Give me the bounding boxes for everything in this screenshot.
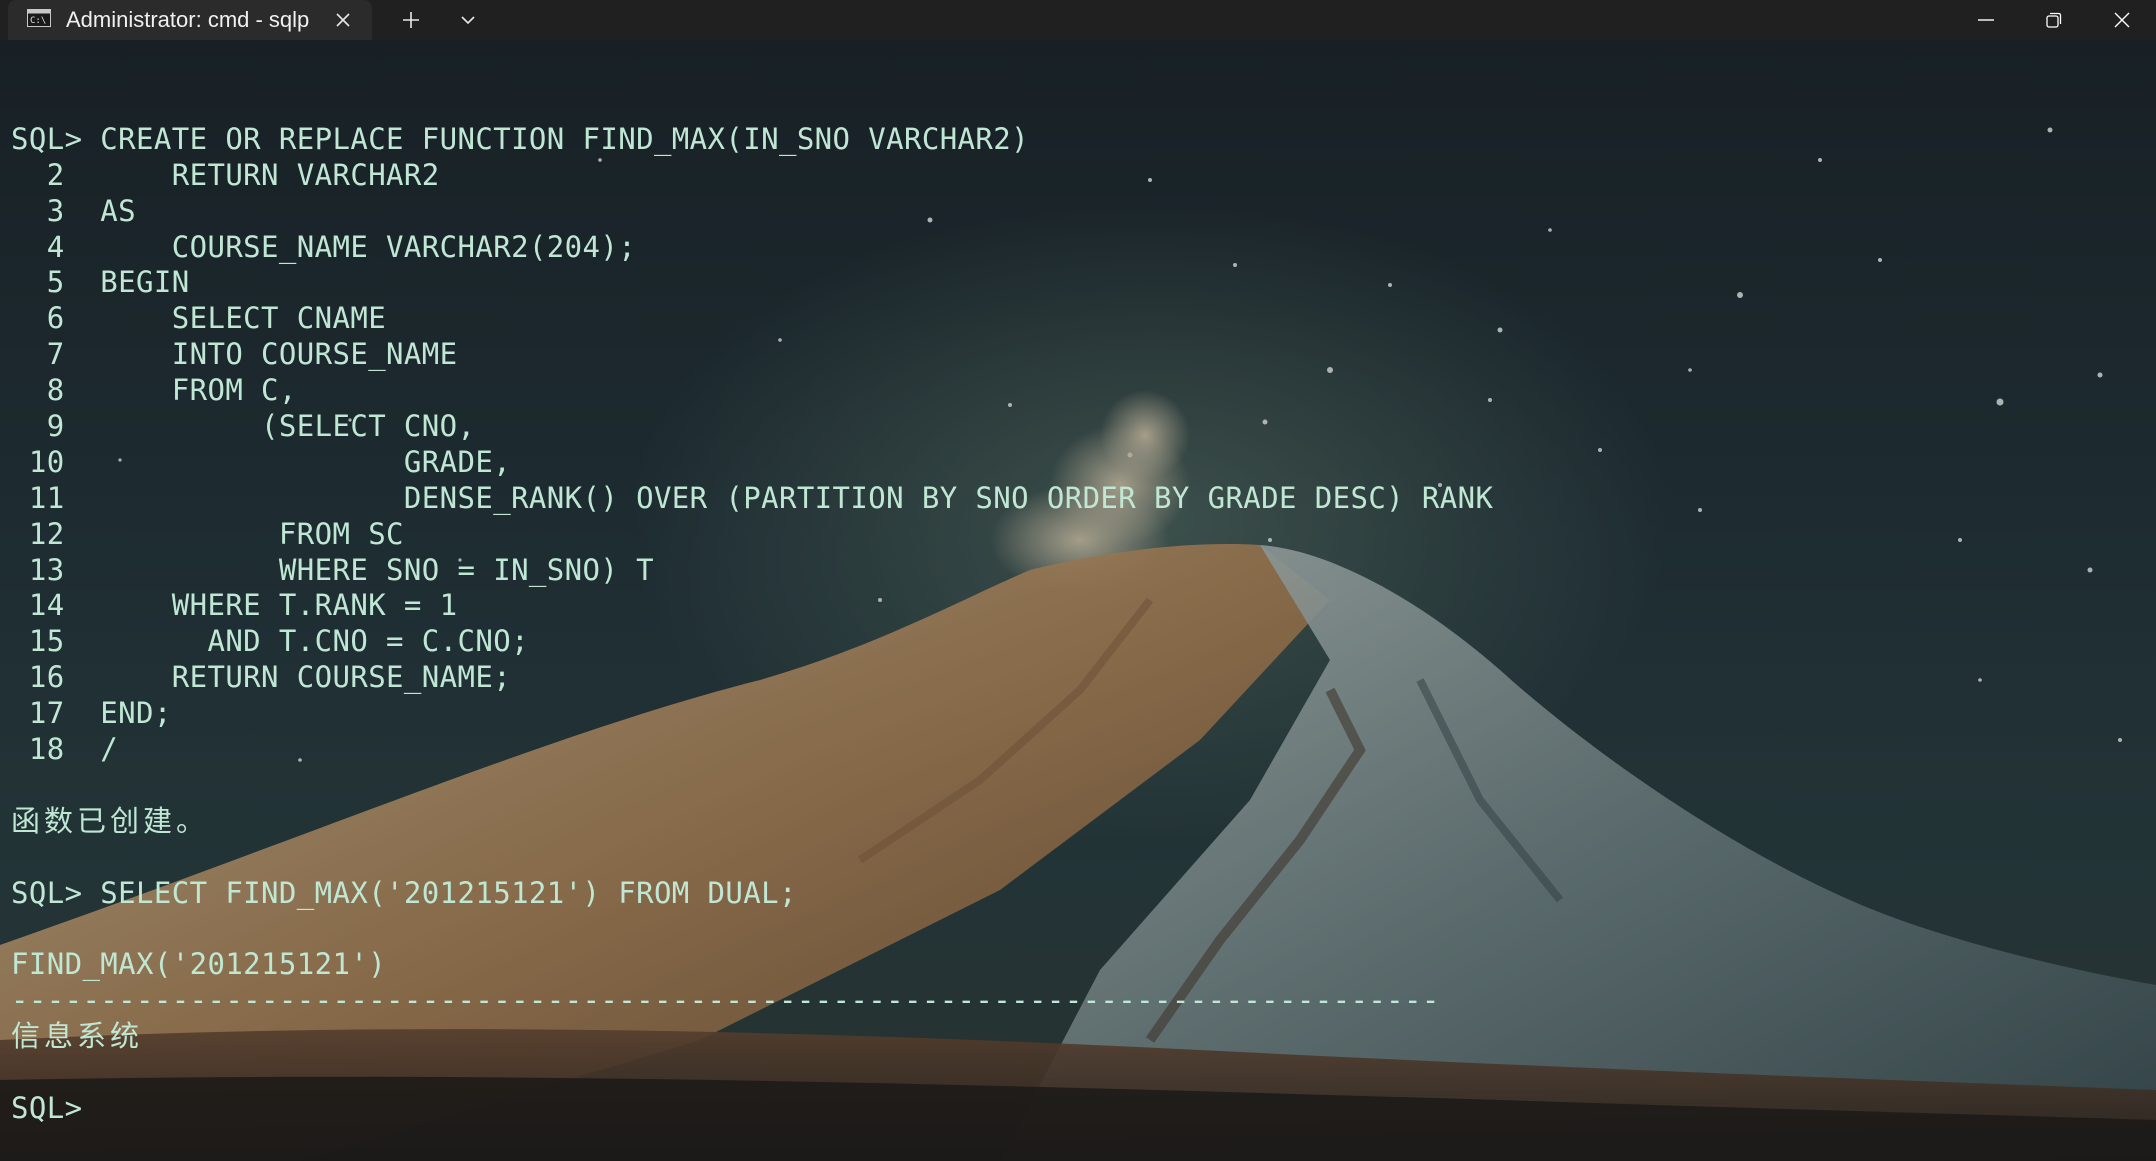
console-line: 8 FROM C, <box>11 373 297 408</box>
console-line: 10 GRADE, <box>11 444 512 479</box>
console-line: 7 INTO COURSE_NAME <box>11 337 458 372</box>
terminal-icon: C:\ <box>27 9 51 27</box>
console-line: 5 BEGIN <box>11 265 190 300</box>
plus-icon[interactable] <box>396 5 426 35</box>
chevron-down-icon[interactable] <box>454 5 482 35</box>
console-line: SQL> SELECT FIND_MAX('201215121') FROM D… <box>11 875 797 910</box>
console-line: 3 AS <box>11 193 137 228</box>
console-line: 15 AND T.CNO = C.CNO; <box>11 624 529 659</box>
console-line: SQL> <box>11 1090 83 1125</box>
console-line: 13 WHERE SNO = IN_SNO) T <box>11 552 654 587</box>
close-icon[interactable] <box>2088 0 2156 40</box>
console-line: SQL> CREATE OR REPLACE FUNCTION FIND_MAX… <box>11 121 1029 156</box>
console-line: 14 WHERE T.RANK = 1 <box>11 588 458 623</box>
console-line: ----------------------------------------… <box>11 983 1440 1018</box>
console-line: 17 END; <box>11 696 172 731</box>
tab-cmd-sqlp[interactable]: C:\ Administrator: cmd - sqlp <box>8 0 372 40</box>
console-output[interactable]: SQL> CREATE OR REPLACE FUNCTION FIND_MAX… <box>11 86 2141 1127</box>
tab-title: Administrator: cmd - sqlp <box>66 7 310 32</box>
restore-icon[interactable] <box>2020 0 2088 40</box>
console-line: 12 FROM SC <box>11 516 404 551</box>
console-line: 6 SELECT CNAME <box>11 301 387 336</box>
console-line: 信息系统 <box>11 1019 144 1054</box>
console-line: 18 / <box>11 732 119 767</box>
console-line: 16 RETURN COURSE_NAME; <box>11 660 512 695</box>
console-line: 9 (SELECT CNO, <box>11 409 476 444</box>
title-bar: C:\ Administrator: cmd - sqlp <box>0 0 2156 40</box>
terminal-window: C:\ Administrator: cmd - sqlp SQL> CREAT… <box>0 0 2156 1161</box>
console-line: FIND_MAX('201215121') <box>11 947 387 982</box>
console-line: 11 DENSE_RANK() OVER (PARTITION BY SNO O… <box>11 480 1494 515</box>
console-line: 2 RETURN VARCHAR2 <box>11 157 440 192</box>
minimize-icon[interactable] <box>1952 0 2020 40</box>
console-line: 函数已创建。 <box>11 803 210 838</box>
close-tab-icon[interactable] <box>330 7 356 33</box>
console-line: 4 COURSE_NAME VARCHAR2(204); <box>11 229 637 264</box>
svg-text:C:\: C:\ <box>30 16 46 26</box>
